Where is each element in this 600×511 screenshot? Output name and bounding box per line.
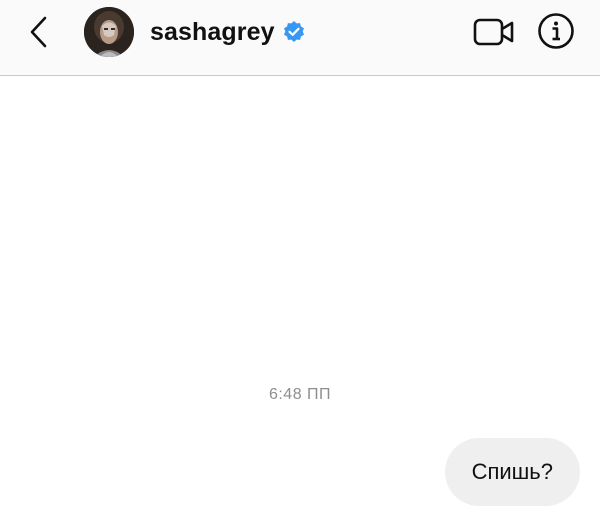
sent-message-bubble[interactable]: Спишь?	[444, 438, 580, 506]
direct-message-screen: sashagrey 6:48 ПП Спишь?	[0, 0, 600, 511]
chat-header: sashagrey	[0, 0, 600, 76]
username-link[interactable]: sashagrey	[150, 14, 306, 50]
verified-badge-icon	[282, 20, 306, 44]
info-icon	[538, 13, 574, 49]
back-button[interactable]	[22, 12, 56, 52]
info-button[interactable]	[536, 11, 576, 51]
message-timestamp: 6:48 ПП	[268, 386, 332, 403]
profile-photo	[84, 7, 134, 57]
video-camera-icon	[473, 18, 514, 46]
video-call-button[interactable]	[472, 14, 516, 50]
avatar[interactable]	[84, 7, 134, 57]
chevron-left-icon	[30, 16, 47, 48]
username: sashagrey	[150, 17, 275, 46]
